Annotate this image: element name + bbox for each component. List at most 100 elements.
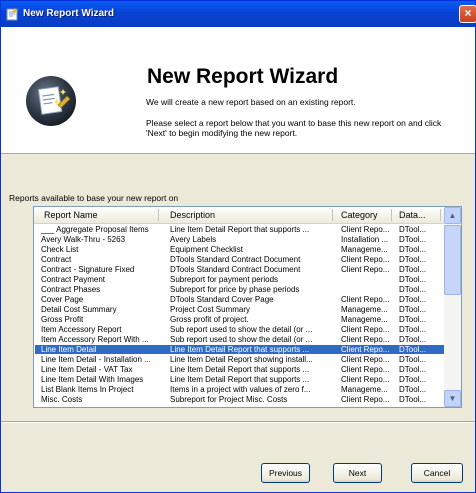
- instruction-text: Please select a report below that you wa…: [146, 118, 442, 138]
- cell-report-name: Contract Payment: [41, 275, 106, 284]
- cell-report-name: Line Item Detail: [41, 345, 97, 354]
- cell-data: DTool...: [399, 305, 427, 314]
- table-row[interactable]: Misc. Costs Subreport for Project Misc. C…: [35, 395, 444, 404]
- cell-data: DTool...: [399, 335, 427, 344]
- cell-report-name: Item Accessory Report: [41, 325, 122, 334]
- cell-report-name: Avery Walk-Thru - 5263: [41, 235, 126, 244]
- table-row[interactable]: Contract Payment Subreport for payment pe…: [35, 275, 444, 284]
- cell-data: DTool...: [399, 355, 427, 364]
- cell-description: Subreport for payment periods: [170, 275, 279, 284]
- wizard-app-icon: [6, 8, 18, 21]
- table-row[interactable]: Item Accessory Report Sub report used to …: [35, 325, 444, 334]
- cell-category: Client Repo...: [341, 345, 390, 354]
- table-row[interactable]: Contract DTools Standard Contract Documen…: [35, 255, 444, 264]
- cell-category: [341, 285, 391, 294]
- cell-data: DTool...: [399, 235, 427, 244]
- cell-data: DTool...: [399, 225, 427, 234]
- cell-report-name: ___ Aggregate Proposal Items: [41, 225, 149, 234]
- cell-description: Subreport for price by phase periods: [170, 285, 300, 294]
- cell-description: Avery Labels: [170, 235, 217, 244]
- cell-data: DTool...: [399, 295, 427, 304]
- cell-category: Client Repo...: [341, 355, 390, 364]
- cell-report-name: Gross Profit: [41, 315, 84, 324]
- cell-description: Line Item Detail Report that supports ..…: [170, 375, 310, 384]
- cell-report-name: Detail Cost Summary: [41, 305, 117, 314]
- table-row[interactable]: ___ Aggregate Proposal Items Line Item De…: [35, 225, 444, 234]
- cell-category: Client Repo...: [341, 225, 390, 234]
- cell-category: Client Repo...: [341, 365, 390, 374]
- cell-category: Manageme...: [341, 385, 388, 394]
- title-bar[interactable]: New Report Wizard ×: [1, 1, 476, 27]
- cell-category: Client Repo...: [341, 335, 390, 344]
- previous-button[interactable]: Previous: [261, 463, 310, 483]
- cell-description: Project Cost Summary: [170, 305, 251, 314]
- cell-description: Line Item Detail Report that supports ..…: [170, 345, 310, 354]
- table-row[interactable]: Check List Equipment Checklist Manageme...…: [35, 245, 444, 254]
- cancel-button[interactable]: Cancel: [411, 463, 463, 483]
- cell-category: Manageme...: [341, 315, 388, 324]
- column-header-description[interactable]: Description: [170, 210, 330, 221]
- cell-data: DTool...: [399, 265, 427, 274]
- column-header-data[interactable]: Data...: [399, 210, 439, 221]
- cell-description: Equipment Checklist: [170, 245, 243, 254]
- next-button[interactable]: Next: [333, 463, 382, 483]
- table-row[interactable]: Contract - Signature Fixed DTools Standar…: [35, 265, 444, 274]
- table-row[interactable]: Line Item Detail Line Item Detail Report …: [35, 345, 444, 354]
- scroll-thumb[interactable]: [444, 225, 461, 295]
- wizard-graphic-icon: [26, 76, 76, 126]
- cell-category: Client Repo...: [341, 265, 390, 274]
- cell-report-name: Item Accessory Report With ...: [41, 335, 149, 344]
- cell-report-name: Misc. Costs: [41, 395, 83, 404]
- cell-category: Installation ...: [341, 235, 389, 244]
- cell-report-name: Line Item Detail With Images: [41, 375, 144, 384]
- cell-category: Manageme...: [341, 305, 388, 314]
- cell-data: DTool...: [399, 275, 427, 284]
- cell-data: DTool...: [399, 385, 427, 394]
- cell-data: DTool...: [399, 365, 427, 374]
- table-row[interactable]: Line Item Detail - VAT Tax Line Item Deta…: [35, 365, 444, 374]
- cell-report-name: Contract: [41, 255, 72, 264]
- cell-report-name: List Blank Items In Project: [41, 385, 134, 394]
- page-title: New Report Wizard: [147, 65, 339, 88]
- table-row[interactable]: Detail Cost Summary Project Cost Summary M…: [35, 305, 444, 314]
- cell-report-name: Line Item Detail - Installation ...: [41, 355, 151, 364]
- vertical-scrollbar[interactable]: ▲ ▼: [444, 207, 461, 407]
- column-header-row: Report Name Description Category Data...: [34, 207, 444, 224]
- cell-report-name: Cover Page: [41, 295, 84, 304]
- close-button[interactable]: ×: [459, 5, 476, 23]
- cell-data: DTool...: [399, 255, 427, 264]
- cell-data: DTool...: [399, 315, 427, 324]
- table-row[interactable]: Cover Page DTools Standard Cover Page Clie…: [35, 295, 444, 304]
- cell-category: Client Repo...: [341, 295, 390, 304]
- wizard-window: New Report Wizard × New Report Wizard We…: [0, 0, 476, 493]
- table-row[interactable]: Contract Phases Subreport for price by ph…: [35, 285, 444, 294]
- window-title: New Report Wizard: [23, 8, 115, 19]
- column-header-category[interactable]: Category: [341, 210, 391, 221]
- cell-report-name: Check List: [41, 245, 79, 254]
- scroll-up-button[interactable]: ▲: [444, 207, 461, 224]
- column-header-report-name[interactable]: Report Name: [44, 210, 154, 221]
- cell-report-name: Contract - Signature Fixed: [41, 265, 135, 274]
- cell-description: Line Item Detail Report that supports ..…: [170, 225, 310, 234]
- wizard-header: New Report Wizard We will create a new r…: [1, 27, 475, 154]
- cell-data: DTool...: [399, 245, 427, 254]
- cell-description: Gross profit of project.: [170, 315, 249, 324]
- table-row[interactable]: Avery Walk-Thru - 5263 Avery Labels Instal…: [35, 235, 444, 244]
- table-row[interactable]: Line Item Detail - Installation ... Line …: [35, 355, 444, 364]
- cell-category: Client Repo...: [341, 325, 390, 334]
- cell-report-name: Contract Phases: [41, 285, 101, 294]
- cell-report-name: Line Item Detail - VAT Tax: [41, 365, 133, 374]
- cell-data: DTool...: [399, 345, 427, 354]
- table-row[interactable]: List Blank Items In Project Items in a pr…: [35, 385, 444, 394]
- reports-list[interactable]: Report Name Description Category Data...…: [33, 206, 462, 408]
- cell-description: DTools Standard Cover Page: [170, 295, 274, 304]
- cell-category: Manageme...: [341, 245, 388, 254]
- table-row[interactable]: Line Item Detail With Images Line Item De…: [35, 375, 444, 384]
- table-row[interactable]: Item Accessory Report With ... Sub report…: [35, 335, 444, 344]
- cell-description: Items in a project with values of zero f…: [170, 385, 311, 394]
- scroll-down-button[interactable]: ▼: [444, 390, 461, 407]
- cell-category: Client Repo...: [341, 255, 390, 264]
- cell-data: DTool...: [399, 285, 427, 294]
- cell-description: Subreport for Project Misc. Costs: [170, 395, 288, 404]
- table-row[interactable]: Gross Profit Gross profit of project. Mana…: [35, 315, 444, 324]
